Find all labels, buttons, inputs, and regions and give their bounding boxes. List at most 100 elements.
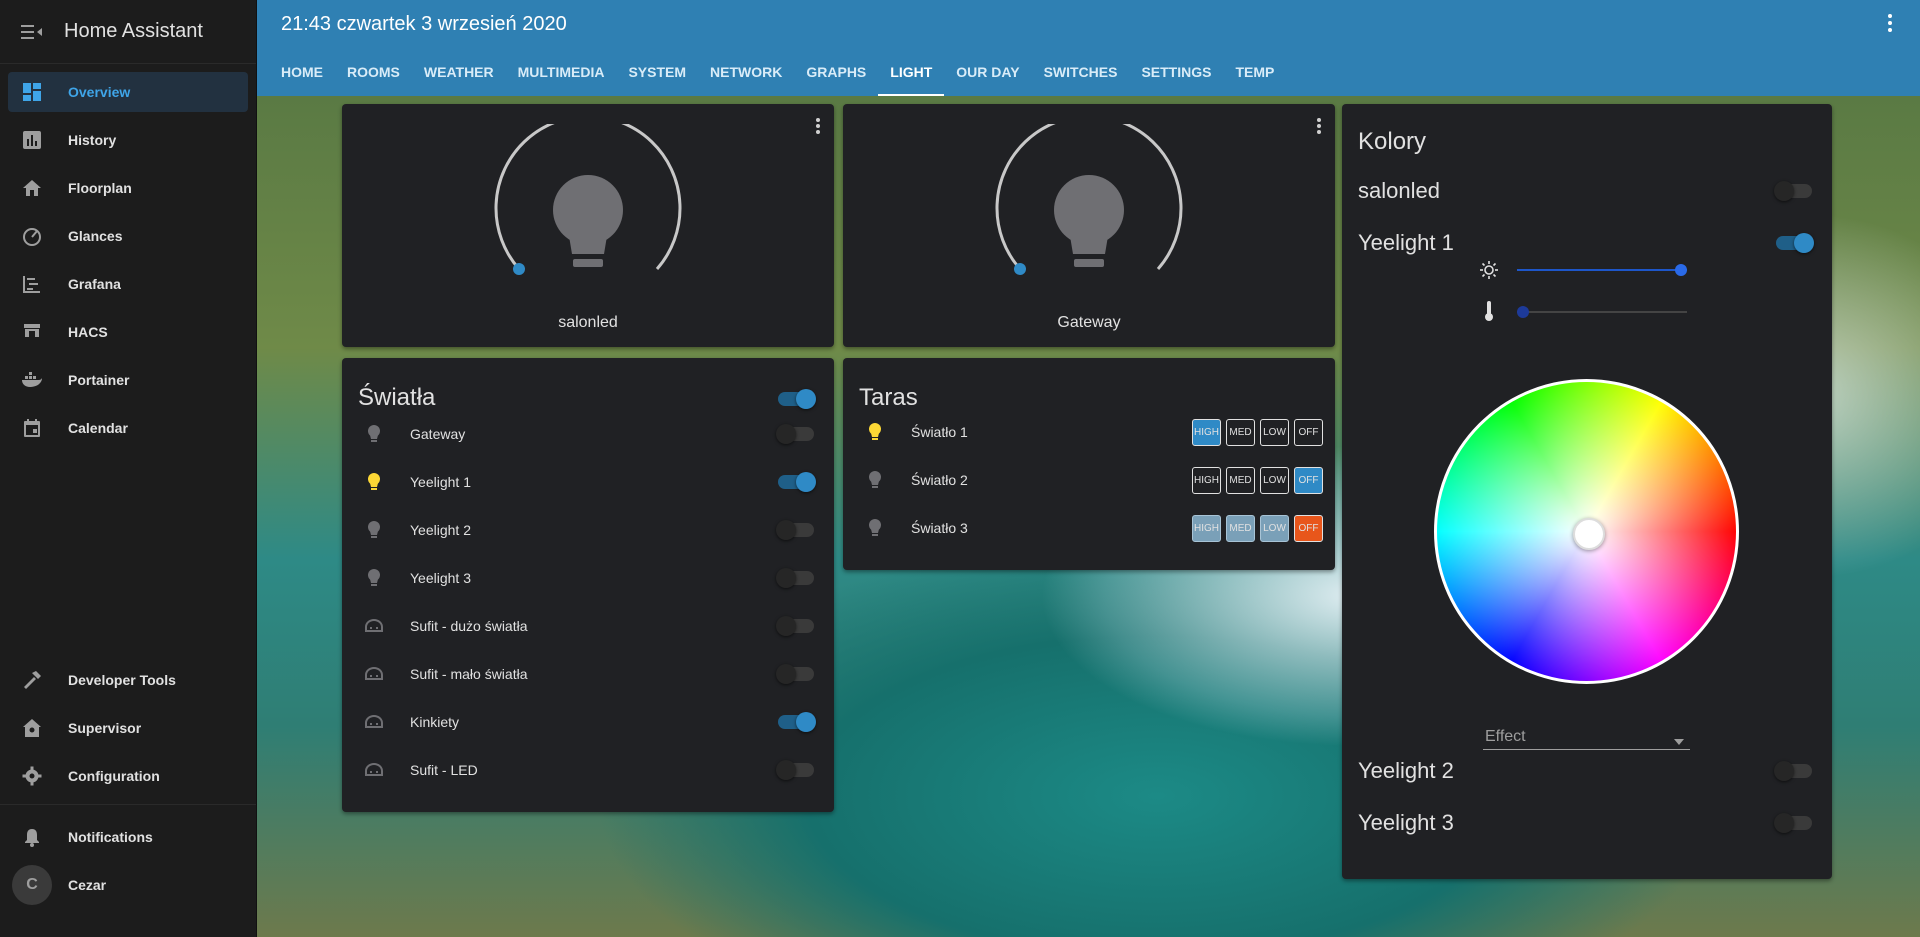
master-toggle[interactable]: [778, 389, 816, 409]
light-row-salonled: salonled: [1358, 178, 1816, 204]
med-button[interactable]: MED: [1226, 466, 1255, 494]
tab-light[interactable]: LIGHT: [878, 48, 945, 96]
ceiling-light-icon[interactable]: [354, 715, 394, 729]
off-button[interactable]: OFF: [1294, 514, 1323, 542]
tab-our-day[interactable]: OUR DAY: [944, 48, 1031, 96]
more-vert-icon[interactable]: [816, 118, 820, 139]
sidebar-item-configuration[interactable]: Configuration: [8, 756, 248, 796]
tab-rooms[interactable]: ROOMS: [335, 48, 412, 96]
sidebar-item-calendar[interactable]: Calendar: [8, 408, 248, 448]
tab-home[interactable]: HOME: [269, 48, 335, 96]
color-temp-slider[interactable]: [1517, 306, 1687, 318]
tab-graphs[interactable]: GRAPHS: [794, 48, 878, 96]
entity-row: Yeelight 2: [354, 510, 822, 550]
docker-icon: [8, 371, 56, 389]
high-button[interactable]: HIGH: [1192, 466, 1221, 494]
entity-toggle[interactable]: [776, 520, 814, 540]
sidebar-item-floorplan[interactable]: Floorplan: [8, 168, 248, 208]
sidebar-item-label: Notifications: [68, 829, 153, 845]
entity-toggle[interactable]: [776, 568, 814, 588]
tab-system[interactable]: SYSTEM: [616, 48, 698, 96]
ceiling-light-icon[interactable]: [354, 763, 394, 777]
med-button[interactable]: MED: [1226, 418, 1255, 446]
bulb-icon[interactable]: [855, 422, 895, 442]
entity-toggle[interactable]: [776, 616, 814, 636]
effect-select[interactable]: Effect: [1483, 720, 1690, 750]
high-button[interactable]: HIGH: [1192, 418, 1221, 446]
light-toggle[interactable]: [1774, 813, 1812, 833]
entity-name: Gateway: [410, 426, 466, 442]
divider: [0, 804, 256, 805]
sidebar-item-glances[interactable]: Glances: [8, 216, 248, 256]
brightness-dial[interactable]: [993, 124, 1185, 294]
entity-row: Yeelight 1: [354, 462, 822, 502]
sidebar-item-portainer[interactable]: Portainer: [8, 360, 248, 400]
chart-box-icon: [8, 130, 56, 150]
low-button[interactable]: LOW: [1260, 466, 1289, 494]
light-row-yeelight-3: Yeelight 3: [1358, 810, 1816, 836]
brightness-handle[interactable]: [513, 263, 525, 275]
sidebar-item-supervisor[interactable]: Supervisor: [8, 708, 248, 748]
bulb-icon[interactable]: [354, 568, 394, 588]
color-wheel[interactable]: [1434, 379, 1739, 684]
sidebar-item-hacs[interactable]: HACS: [8, 312, 248, 352]
low-button[interactable]: LOW: [1260, 418, 1289, 446]
tab-temp[interactable]: TEMP: [1223, 48, 1286, 96]
brightness-handle[interactable]: [1014, 263, 1026, 275]
low-button[interactable]: LOW: [1260, 514, 1289, 542]
off-button[interactable]: OFF: [1294, 466, 1323, 494]
entity-toggle[interactable]: [776, 664, 814, 684]
off-button[interactable]: OFF: [1294, 418, 1323, 446]
light-toggle[interactable]: [1774, 761, 1812, 781]
more-vert-icon[interactable]: [1317, 118, 1321, 139]
high-button[interactable]: HIGH: [1192, 514, 1221, 542]
fan-row: Światło 3 HIGH MED LOW OFF: [855, 508, 1323, 548]
entity-name: Yeelight 3: [410, 570, 471, 586]
speedometer-icon: [8, 226, 56, 246]
entity-toggle[interactable]: [778, 472, 816, 492]
entity-toggle[interactable]: [776, 424, 814, 444]
light-toggle[interactable]: [1774, 181, 1812, 201]
calendar-icon: [8, 418, 56, 438]
dashboard-background: salonled Gateway Światła Gateway Yeeligh…: [257, 96, 1920, 937]
entity-row: Gateway: [354, 414, 822, 454]
color-wheel-marker[interactable]: [1573, 518, 1605, 550]
sidebar-item-label: Supervisor: [68, 720, 142, 736]
bulb-icon[interactable]: [354, 520, 394, 540]
brightness-dial[interactable]: [492, 124, 684, 294]
ceiling-light-icon[interactable]: [354, 667, 394, 681]
bulb-icon[interactable]: [855, 518, 895, 538]
light-toggle[interactable]: [1776, 233, 1814, 253]
sidebar-item-label: Developer Tools: [68, 672, 176, 688]
header-datetime: 21:43 czwartek 3 wrzesień 2020: [281, 12, 567, 35]
bulb-icon[interactable]: [855, 470, 895, 490]
sidebar-item-developer-tools[interactable]: Developer Tools: [8, 660, 248, 700]
bulb-icon[interactable]: [354, 424, 394, 444]
sidebar-item-overview[interactable]: Overview: [8, 72, 248, 112]
entity-toggle[interactable]: [776, 760, 814, 780]
bulb-icon[interactable]: [553, 175, 623, 267]
more-vert-icon[interactable]: [1888, 14, 1892, 37]
sidebar-item-label: Overview: [68, 84, 131, 100]
entity-toggle[interactable]: [778, 712, 816, 732]
sidebar-item-history[interactable]: History: [8, 120, 248, 160]
sidebar-bottom: Developer Tools Supervisor Configuration…: [0, 660, 256, 913]
sidebar-item-grafana[interactable]: Grafana: [8, 264, 248, 304]
tab-switches[interactable]: SWITCHES: [1032, 48, 1130, 96]
tab-multimedia[interactable]: MULTIMEDIA: [506, 48, 617, 96]
home-assistant-icon: [8, 718, 56, 738]
bulb-icon[interactable]: [354, 472, 394, 492]
ceiling-light-icon[interactable]: [354, 619, 394, 633]
tab-weather[interactable]: WEATHER: [412, 48, 506, 96]
tab-network[interactable]: NETWORK: [698, 48, 794, 96]
menu-collapse-icon[interactable]: [0, 24, 64, 40]
tab-settings[interactable]: SETTINGS: [1129, 48, 1223, 96]
brightness-slider[interactable]: [1517, 264, 1687, 276]
brightness-slider-handle[interactable]: [1675, 264, 1687, 276]
med-button[interactable]: MED: [1226, 514, 1255, 542]
sidebar-item-profile[interactable]: C Cezar: [8, 865, 248, 905]
sidebar-item-notifications[interactable]: Notifications: [8, 817, 248, 857]
bulb-icon[interactable]: [1054, 175, 1124, 267]
dashboard-icon: [8, 82, 56, 102]
color-temp-slider-handle[interactable]: [1517, 306, 1529, 318]
